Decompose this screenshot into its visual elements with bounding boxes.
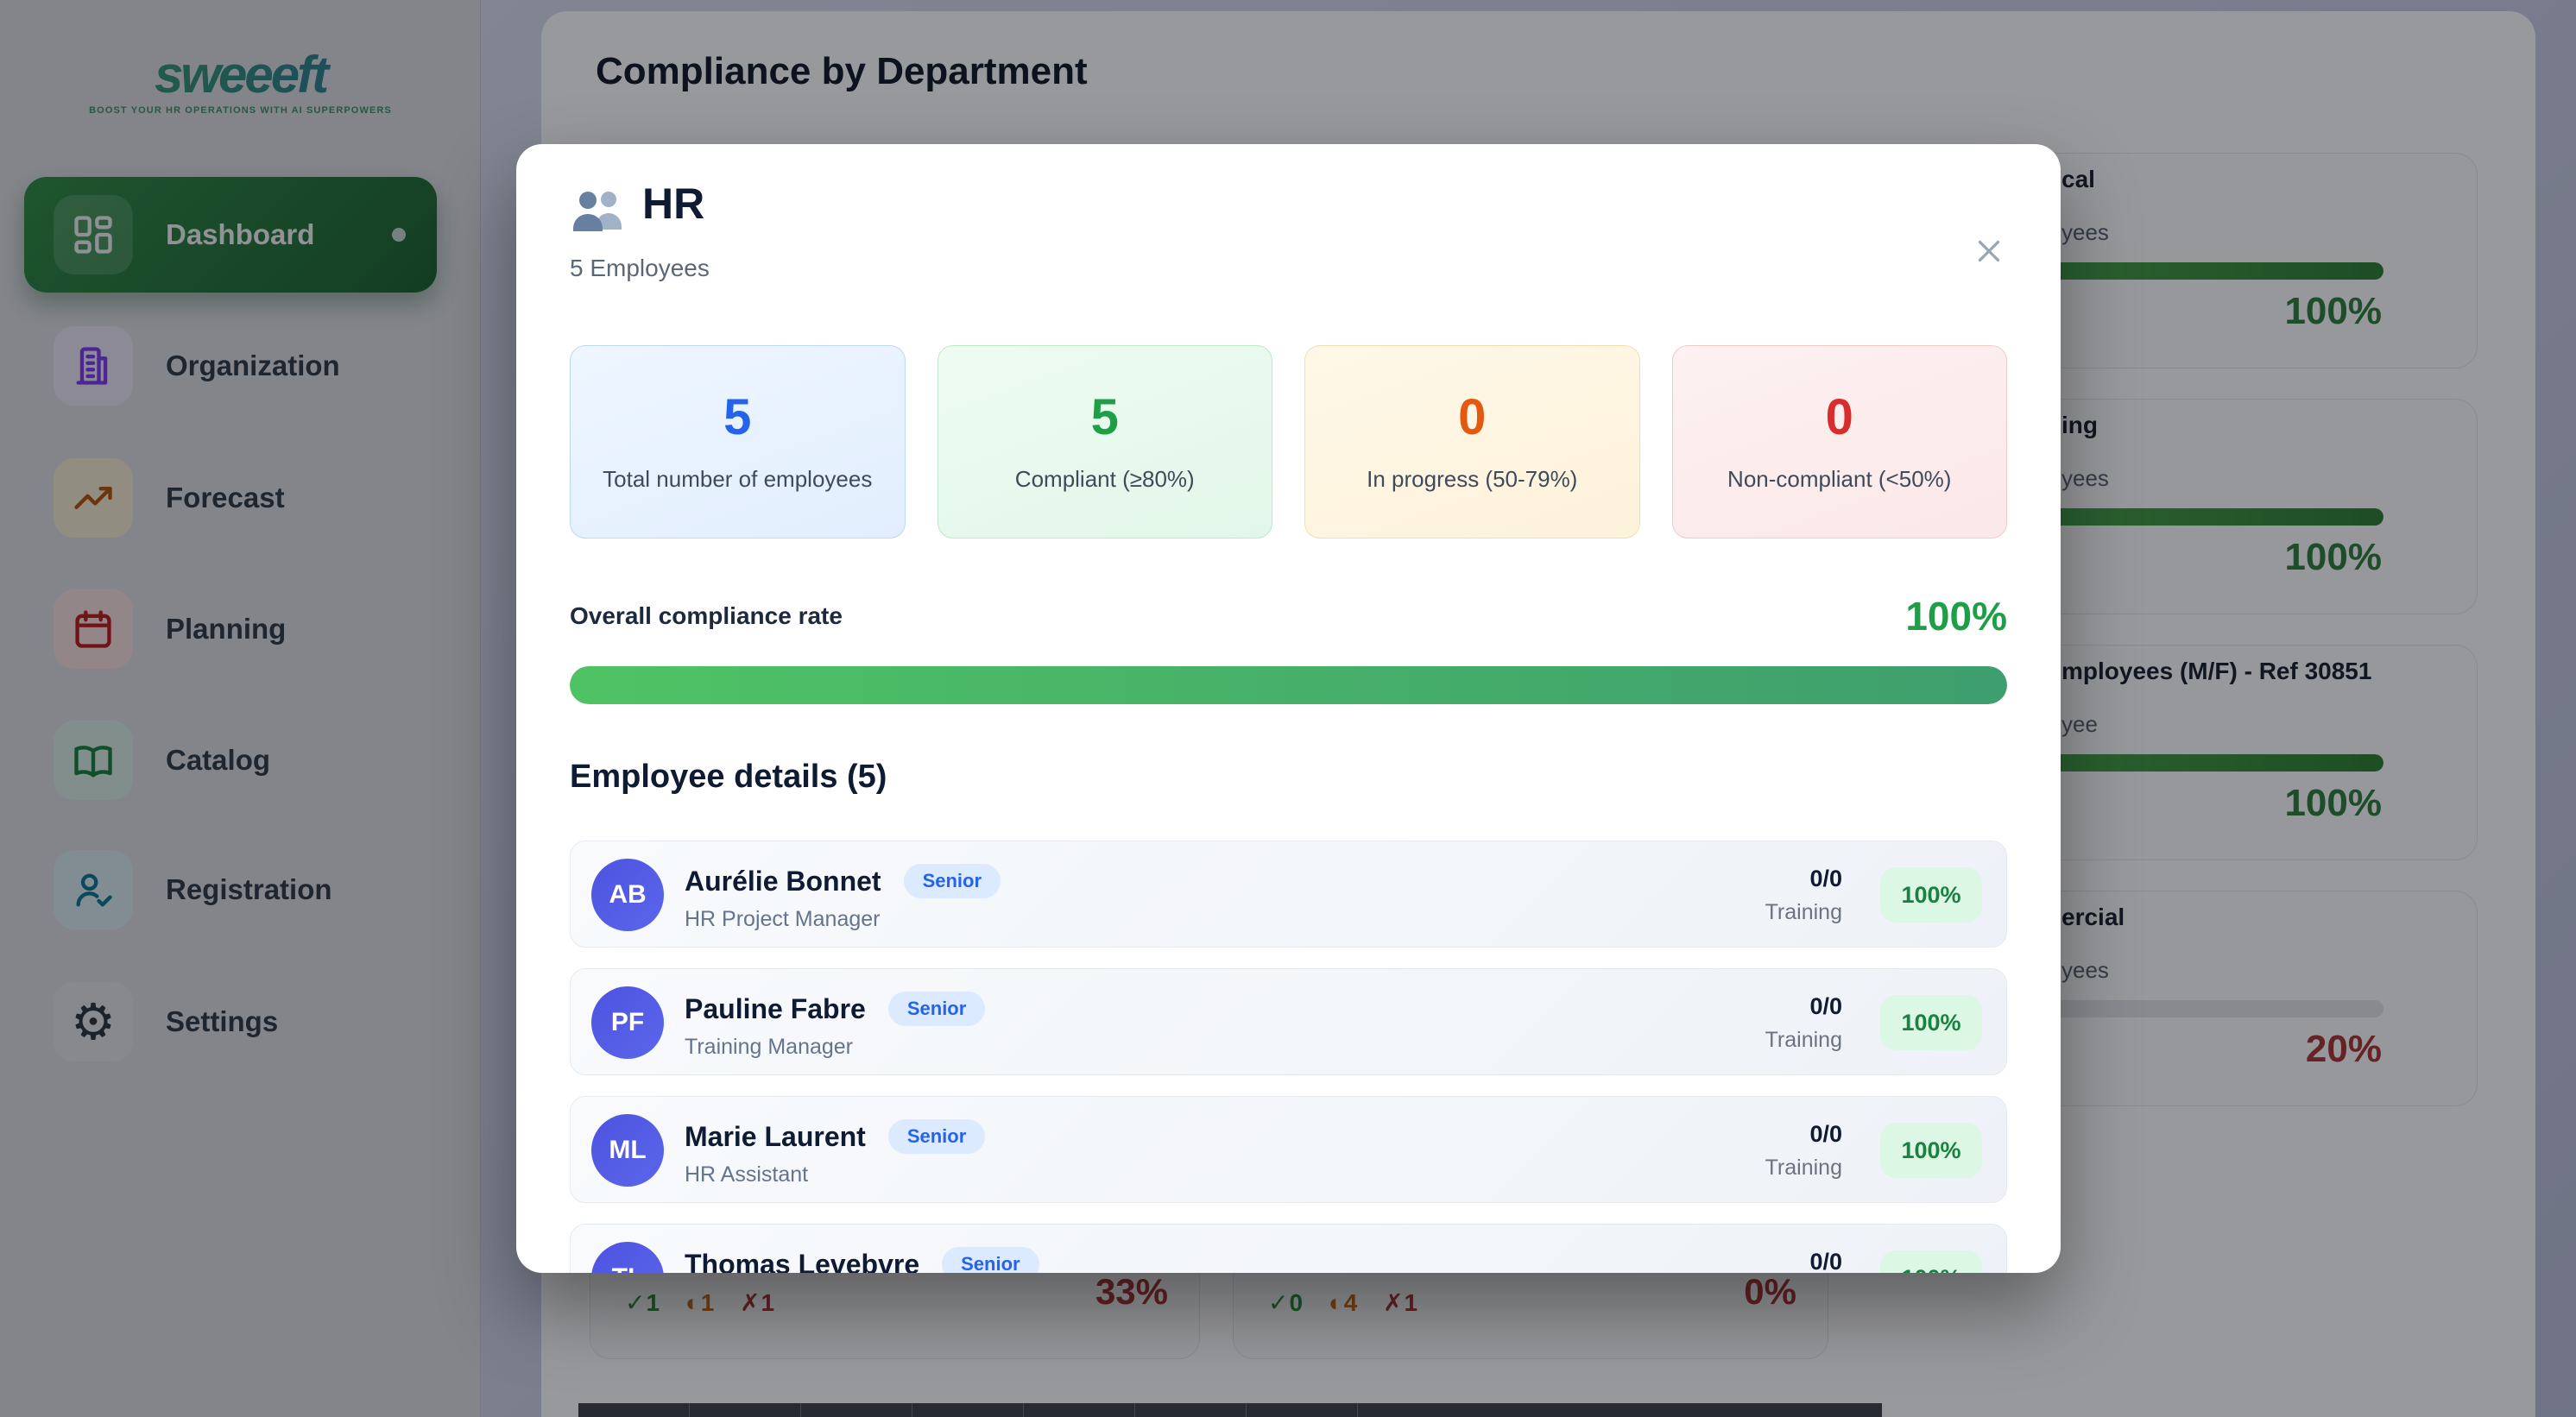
employee-row[interactable]: TL Thomas Levebvre Senior 0/0 100% [570, 1224, 2007, 1273]
stat-value: 5 [1091, 388, 1119, 446]
employee-score-badge: 100% [1880, 1123, 1982, 1178]
close-icon[interactable] [1968, 230, 2010, 272]
avatar: TL [591, 1242, 664, 1273]
employee-row[interactable]: AB Aurélie Bonnet Senior HR Project Mana… [570, 841, 2007, 948]
seniority-badge: Senior [888, 992, 985, 1026]
employee-score-badge: 100% [1880, 995, 1982, 1050]
modal-subtitle: 5 Employees [570, 255, 710, 282]
employee-score-badge: 100% [1880, 1250, 1982, 1273]
stat-label: Non-compliant (<50%) [1727, 463, 1951, 496]
avatar: ML [591, 1114, 664, 1187]
seniority-badge: Senior [904, 864, 1001, 898]
stat-label: Total number of employees [603, 463, 872, 496]
employee-name: Pauline Fabre [685, 993, 866, 1025]
employee-role: HR Project Manager [685, 907, 880, 932]
avatar: AB [591, 859, 664, 931]
overall-compliance-value: 100% [1905, 593, 2007, 639]
overall-progress-fill [570, 666, 2007, 704]
employee-name: Aurélie Bonnet [685, 866, 881, 897]
department-detail-modal: HR 5 Employees 5 Total number of employe… [516, 144, 2061, 1273]
stat-value: 0 [1826, 388, 1853, 446]
employee-name: Marie Laurent [685, 1121, 866, 1153]
training-ratio: 0/0 [1652, 1249, 1842, 1273]
training-ratio: 0/0 [1652, 866, 1842, 892]
overall-compliance-label: Overall compliance rate [570, 602, 843, 630]
stat-value: 5 [723, 388, 751, 446]
people-icon [570, 187, 627, 234]
stat-card-total: 5 Total number of employees [570, 345, 906, 538]
stat-card-in-progress: 0 In progress (50-79%) [1304, 345, 1640, 538]
employee-row[interactable]: ML Marie Laurent Senior HR Assistant 0/0… [570, 1096, 2007, 1203]
stat-label: In progress (50-79%) [1367, 463, 1577, 496]
employee-row[interactable]: PF Pauline Fabre Senior Training Manager… [570, 968, 2007, 1075]
avatar: PF [591, 986, 664, 1059]
training-ratio: 0/0 [1652, 1121, 1842, 1148]
stat-card-non-compliant: 0 Non-compliant (<50%) [1672, 345, 2008, 538]
employee-score-badge: 100% [1880, 867, 1982, 923]
training-ratio-label: Training [1652, 1156, 1842, 1181]
employee-details-heading: Employee details (5) [570, 759, 887, 796]
stat-card-compliant: 5 Compliant (≥80%) [938, 345, 1273, 538]
employee-name: Thomas Levebvre [685, 1249, 919, 1274]
modal-title: HR [642, 179, 704, 229]
stat-cards-row: 5 Total number of employees 5 Compliant … [570, 345, 2007, 538]
employee-role: Training Manager [685, 1035, 853, 1060]
overall-compliance-row: Overall compliance rate 100% [570, 593, 2007, 639]
training-ratio-label: Training [1652, 900, 1842, 925]
employee-role: HR Assistant [685, 1162, 808, 1187]
seniority-badge: Senior [888, 1119, 985, 1154]
seniority-badge: Senior [942, 1247, 1039, 1273]
overall-progress-track [570, 666, 2007, 704]
training-ratio-label: Training [1652, 1028, 1842, 1053]
training-ratio: 0/0 [1652, 993, 1842, 1020]
app-screen: sweeeft BOOST YOUR HR OPERATIONS WITH AI… [0, 0, 2576, 1417]
stat-label: Compliant (≥80%) [1015, 463, 1195, 496]
stat-value: 0 [1458, 388, 1486, 446]
